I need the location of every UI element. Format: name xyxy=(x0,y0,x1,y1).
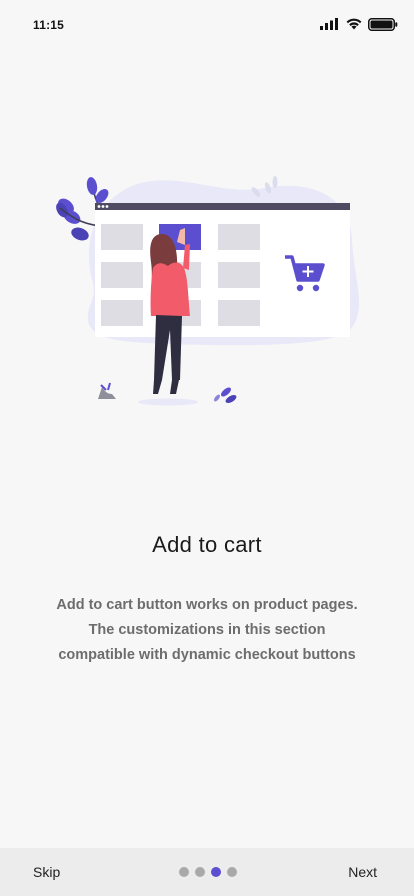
description-line: compatible with dynamic checkout buttons xyxy=(58,647,356,663)
wifi-icon xyxy=(346,18,362,30)
next-button[interactable]: Next xyxy=(348,864,377,880)
page-dot-3-active[interactable] xyxy=(211,867,221,877)
description-line: The customizations in this section xyxy=(88,622,326,638)
onboarding-title: Add to cart xyxy=(152,532,262,557)
page-dot-1[interactable] xyxy=(179,867,189,877)
status-time: 11:15 xyxy=(33,18,65,32)
page-dot-4[interactable] xyxy=(227,867,237,877)
page-dot-2[interactable] xyxy=(195,867,205,877)
battery-icon xyxy=(368,18,398,31)
onboarding-description: Add to cart button works on product page… xyxy=(30,593,384,668)
signal-icon xyxy=(320,18,338,30)
add-to-cart-illustration xyxy=(56,176,360,406)
skip-button[interactable]: Skip xyxy=(33,864,60,880)
description-line: Add to cart button works on product page… xyxy=(56,597,358,613)
status-bar: 11:15 xyxy=(0,0,414,50)
onboarding-footer: Skip Next xyxy=(0,848,414,896)
